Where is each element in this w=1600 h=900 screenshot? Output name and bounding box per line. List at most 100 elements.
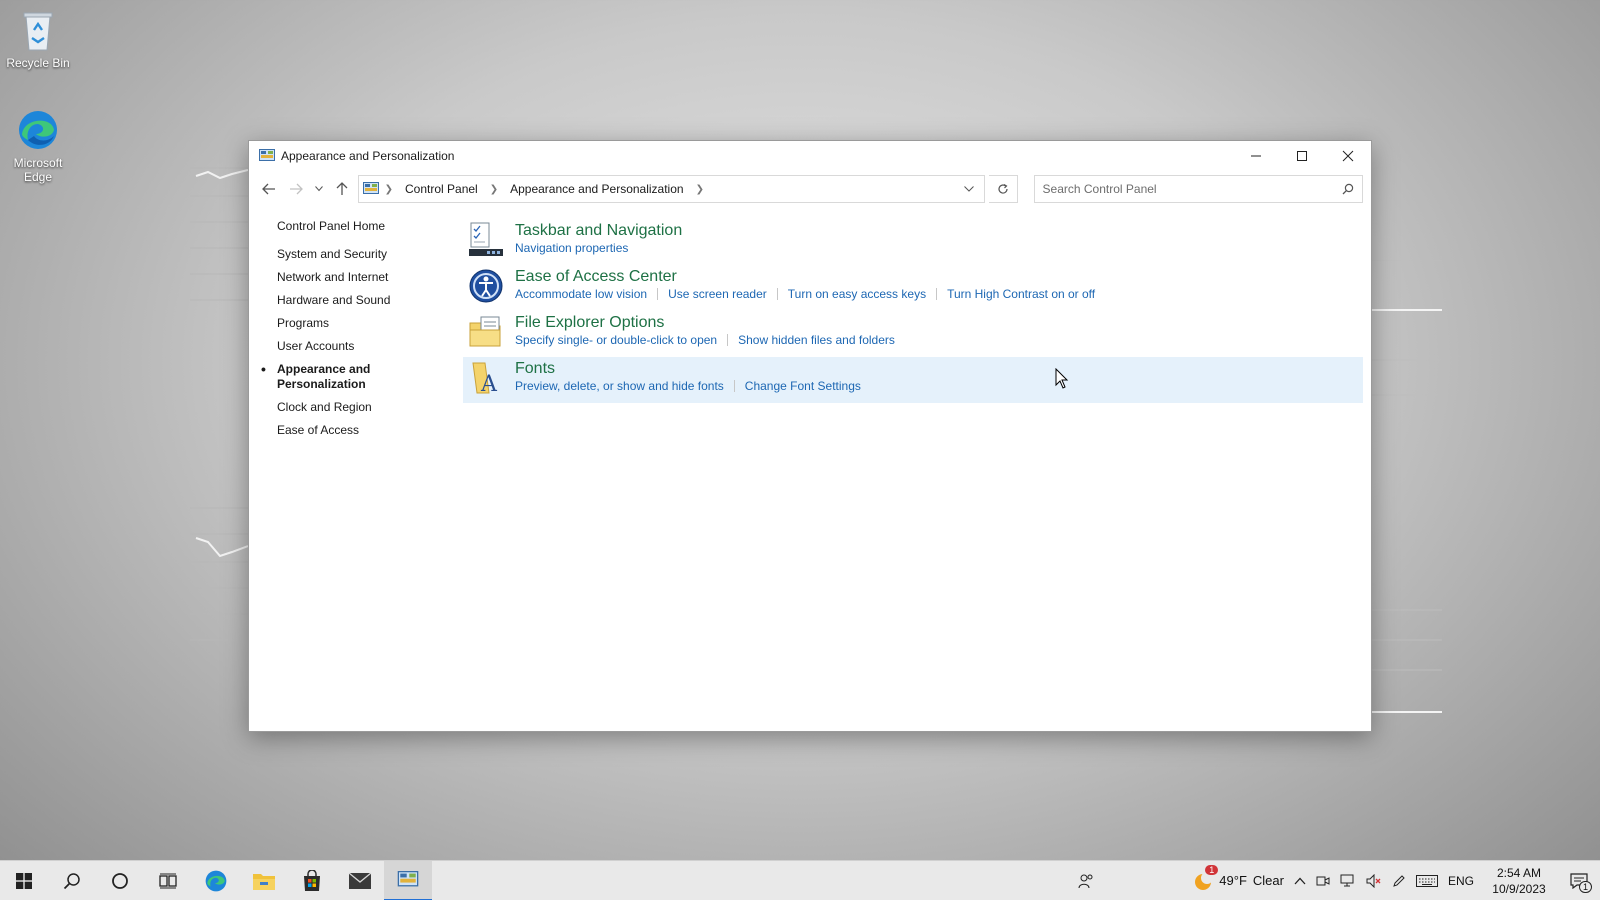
folder-icon: [253, 873, 275, 890]
background-chart-bottom: [190, 507, 248, 641]
weather-condition: Clear: [1252, 873, 1284, 888]
taskbar-mail[interactable]: [336, 861, 384, 900]
taskbar-file-explorer[interactable]: [240, 861, 288, 900]
category-title[interactable]: File Explorer Options: [515, 313, 895, 332]
nav-item-clock-region[interactable]: Clock and Region: [277, 400, 459, 415]
recycle-bin-icon: [23, 12, 53, 51]
control-panel-home-link[interactable]: Control Panel Home: [277, 219, 459, 233]
refresh-button[interactable]: [988, 175, 1018, 203]
recent-locations-button[interactable]: [311, 177, 326, 201]
nav-item-system-security[interactable]: System and Security: [277, 247, 459, 262]
cortana-circle-icon: [112, 872, 128, 889]
notifications-button[interactable]: 1: [1564, 872, 1594, 893]
link-divider: [936, 288, 938, 300]
search-icon: [63, 872, 80, 889]
system-tray: 1 49°F Clear ENG 2:54 AM 10/9/2023 1: [1069, 861, 1600, 900]
folder-options-icon: [469, 316, 501, 347]
link-accommodate-low-vision[interactable]: Accommodate low vision: [515, 286, 647, 302]
windows-logo-icon: [16, 872, 32, 889]
breadcrumb-separator[interactable]: ❯: [696, 184, 704, 195]
desktop-icon-edge[interactable]: Microsoft Edge: [0, 108, 76, 184]
breadcrumb-separator[interactable]: ❯: [490, 184, 498, 195]
taskbar-edge[interactable]: [192, 861, 240, 900]
link-navigation-properties[interactable]: Navigation properties: [515, 240, 628, 256]
weather-temperature: 49°F: [1219, 873, 1247, 888]
category-file-explorer-options: File Explorer Options Specify single- or…: [463, 311, 1363, 357]
taskbar-icon: [469, 222, 503, 256]
taskbar: 1 49°F Clear ENG 2:54 AM 10/9/2023 1: [0, 860, 1600, 900]
control-panel-icon: [397, 870, 419, 886]
link-easy-access-keys[interactable]: Turn on easy access keys: [788, 286, 926, 302]
maximize-icon: [1297, 151, 1307, 161]
pen-icon[interactable]: [1392, 874, 1406, 888]
chevron-down-icon: [314, 186, 323, 192]
notification-count: 1: [1578, 880, 1592, 893]
category-taskbar-navigation: Taskbar and Navigation Navigation proper…: [463, 219, 1363, 265]
keyboard-icon[interactable]: [1415, 874, 1438, 887]
background-chart-top: [190, 167, 248, 301]
up-arrow-icon: [336, 182, 348, 195]
link-single-double-click[interactable]: Specify single- or double-click to open: [515, 332, 717, 348]
people-button[interactable]: [1069, 873, 1103, 889]
back-button[interactable]: [257, 177, 280, 201]
link-high-contrast[interactable]: Turn High Contrast on or off: [947, 286, 1095, 302]
chevron-up-icon[interactable]: [1294, 877, 1306, 885]
control-panel-window[interactable]: Appearance and Personalization ❯ Control…: [248, 140, 1372, 732]
minimize-icon: [1251, 155, 1261, 157]
cortana-button[interactable]: [96, 861, 144, 900]
link-divider: [733, 380, 735, 392]
search-taskbar-button[interactable]: [48, 861, 96, 900]
maximize-button[interactable]: [1279, 141, 1325, 171]
clock[interactable]: 2:54 AM 10/9/2023: [1484, 865, 1554, 897]
link-show-hidden-files[interactable]: Show hidden files and folders: [738, 332, 895, 348]
nav-item-programs[interactable]: Programs: [277, 316, 459, 331]
edge-icon: [19, 111, 57, 149]
category-title[interactable]: Fonts: [515, 359, 861, 378]
forward-button[interactable]: [284, 177, 307, 201]
link-divider: [727, 334, 729, 346]
address-dropdown-button[interactable]: [954, 176, 984, 202]
breadcrumb-control-panel[interactable]: Control Panel: [405, 182, 478, 196]
language-indicator[interactable]: ENG: [1448, 874, 1474, 888]
nav-item-appearance-personalization[interactable]: Appearance and Personalization: [261, 362, 387, 392]
nav-item-hardware-sound[interactable]: Hardware and Sound: [277, 293, 459, 308]
up-button[interactable]: [331, 177, 354, 201]
desktop-icon-label: Microsoft Edge: [13, 156, 63, 184]
link-preview-delete-fonts[interactable]: Preview, delete, or show and hide fonts: [515, 378, 724, 394]
nav-item-network-internet[interactable]: Network and Internet: [277, 270, 459, 285]
link-use-screen-reader[interactable]: Use screen reader: [668, 286, 767, 302]
address-bar[interactable]: ❯ Control Panel ❯ Appearance and Persona…: [357, 175, 985, 203]
link-divider: [776, 288, 778, 300]
people-icon: [1078, 874, 1093, 888]
back-arrow-icon: [261, 183, 275, 195]
search-icon[interactable]: [1342, 183, 1354, 195]
volume-muted-icon[interactable]: [1366, 873, 1382, 888]
taskbar-control-panel[interactable]: [384, 860, 432, 900]
desktop-icon-label: Recycle Bin: [6, 56, 70, 70]
navigation-row: ❯ Control Panel ❯ Appearance and Persona…: [249, 171, 1371, 207]
minimize-button[interactable]: [1233, 141, 1279, 171]
category-fonts: A Fonts Preview, delete, or show and hid…: [463, 357, 1363, 403]
meet-now-icon[interactable]: [1316, 874, 1330, 888]
title-bar[interactable]: Appearance and Personalization: [249, 141, 1371, 171]
edge-icon: [205, 870, 227, 891]
weather-widget[interactable]: 1 49°F Clear: [1193, 864, 1284, 891]
desktop-icon-recycle-bin[interactable]: Recycle Bin: [0, 8, 76, 70]
weather-badge: 1: [1205, 864, 1219, 875]
start-button[interactable]: [0, 861, 48, 900]
left-navigation: Control Panel Home System and Security N…: [249, 219, 459, 446]
nav-item-ease-of-access[interactable]: Ease of Access: [277, 423, 459, 438]
category-title[interactable]: Taskbar and Navigation: [515, 221, 682, 240]
search-box[interactable]: [1033, 175, 1364, 203]
breadcrumb-appearance[interactable]: Appearance and Personalization: [510, 182, 683, 196]
network-icon[interactable]: [1340, 874, 1356, 888]
nav-item-user-accounts[interactable]: User Accounts: [277, 339, 459, 354]
link-divider: [657, 288, 659, 300]
taskbar-store[interactable]: [288, 861, 336, 900]
close-button[interactable]: [1325, 141, 1371, 171]
category-title[interactable]: Ease of Access Center: [515, 267, 1095, 286]
link-change-font-settings[interactable]: Change Font Settings: [745, 378, 861, 394]
search-input[interactable]: [1042, 182, 1343, 196]
breadcrumb-separator[interactable]: ❯: [385, 184, 393, 195]
task-view-button[interactable]: [144, 861, 192, 900]
